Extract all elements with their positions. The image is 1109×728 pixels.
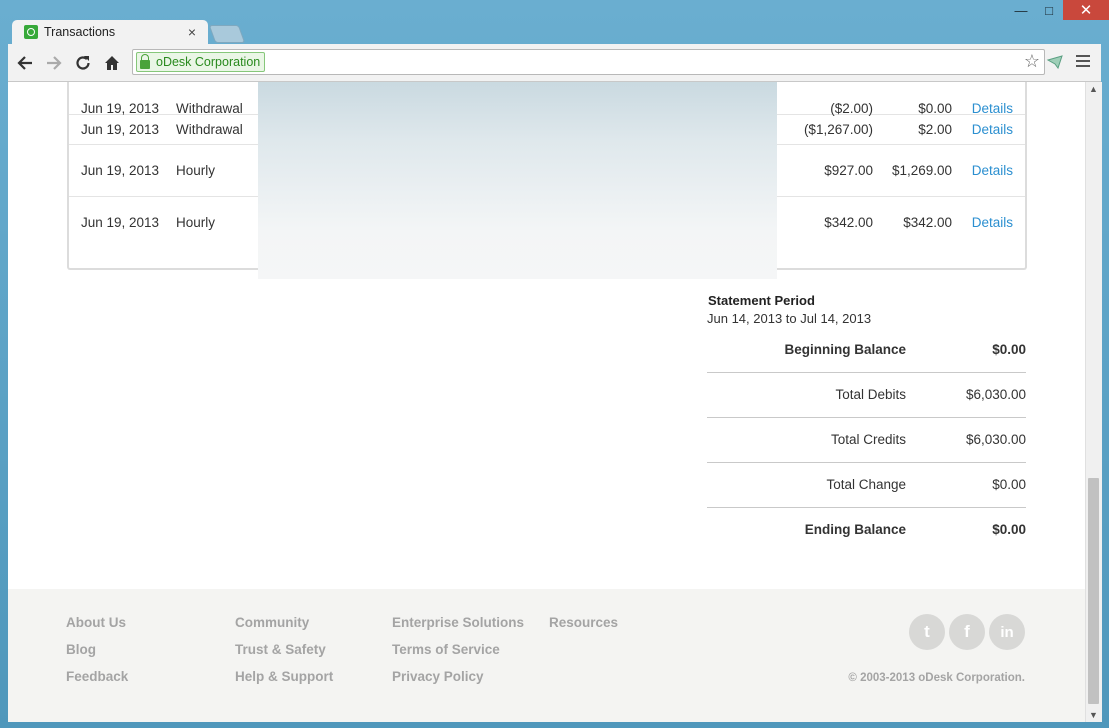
row-balance: $2.00 [918, 121, 952, 137]
total-debits-value: $6,030.00 [965, 387, 1026, 402]
total-debits-label: Total Debits [835, 387, 906, 402]
scrollbar-thumb[interactable] [1088, 478, 1099, 704]
total-change-row: Total Change $0.00 [707, 462, 1026, 508]
row-type: Hourly [176, 163, 216, 178]
back-icon[interactable] [14, 52, 36, 74]
row-amount: ($1,267.00) [803, 121, 873, 137]
details-link[interactable]: Details [972, 197, 1013, 248]
total-credits-row: Total Credits $6,030.00 [707, 417, 1026, 463]
menu-icon[interactable] [1076, 55, 1090, 70]
maximize-button[interactable]: □ [1035, 0, 1063, 20]
row-balance: $1,269.00 [891, 163, 952, 178]
footer-link-about-us[interactable]: About Us [66, 615, 128, 642]
footer-column-community: Community Trust & Safety Help & Support [235, 615, 333, 696]
details-link[interactable]: Details [972, 145, 1013, 196]
statement-period-title: Statement Period [708, 293, 815, 308]
site-footer: About Us Blog Feedback Community Trust &… [8, 589, 1085, 722]
scroll-up-icon[interactable]: ▲ [1089, 84, 1098, 94]
footer-link-community[interactable]: Community [235, 615, 333, 642]
row-date: Jun 19, 2013 [81, 121, 160, 137]
total-credits-label: Total Credits [830, 432, 906, 447]
footer-link-enterprise-solutions[interactable]: Enterprise Solutions [392, 615, 524, 642]
beginning-balance-label: Beginning Balance [784, 342, 906, 357]
footer-link-trust-safety[interactable]: Trust & Safety [235, 642, 333, 669]
forward-icon[interactable] [43, 52, 65, 74]
statement-period-range: Jun 14, 2013 to Jul 14, 2013 [707, 311, 872, 326]
ev-certificate-badge[interactable]: oDesk Corporation [136, 52, 266, 72]
total-change-value: $0.00 [992, 477, 1026, 492]
row-amount: $342.00 [824, 215, 873, 230]
scroll-down-icon[interactable]: ▼ [1089, 710, 1098, 720]
ending-balance-label: Ending Balance [804, 522, 906, 537]
facebook-icon[interactable]: f [949, 614, 985, 650]
redacted-overlay [258, 82, 777, 279]
minimize-button[interactable]: — [1007, 0, 1035, 20]
row-amount: $927.00 [824, 163, 873, 178]
total-debits-row: Total Debits $6,030.00 [707, 372, 1026, 418]
footer-link-blog[interactable]: Blog [66, 642, 128, 669]
beginning-balance-value: $0.00 [992, 342, 1026, 357]
ending-balance-row: Ending Balance $0.00 [707, 507, 1026, 552]
tab-close-icon[interactable]: × [184, 24, 200, 40]
page-viewport: Jun 19, 2013 Withdrawal ($2.00) $0.00 De… [8, 82, 1085, 722]
browser-tab[interactable]: Transactions × [12, 20, 208, 44]
address-bar[interactable]: oDesk Corporation ☆ [132, 49, 1045, 75]
ev-organization-name: oDesk Corporation [156, 55, 261, 69]
row-type: Withdrawal [176, 121, 243, 137]
row-balance: $342.00 [903, 215, 952, 230]
browser-window: — □ ✕ Transactions × oDesk Corporation ☆ [0, 0, 1109, 728]
footer-column-enterprise: Enterprise Solutions Terms of Service Pr… [392, 615, 524, 696]
footer-column-company: About Us Blog Feedback [66, 615, 128, 696]
star-icon[interactable]: ☆ [1024, 51, 1040, 72]
lock-icon [140, 53, 150, 69]
odesk-favicon-icon [24, 25, 38, 39]
twitter-icon[interactable]: t [909, 614, 945, 650]
row-date: Jun 19, 2013 [81, 215, 160, 230]
extension-icon[interactable] [1046, 53, 1064, 71]
details-link[interactable]: Details [972, 114, 1013, 144]
tab-title: Transactions [44, 25, 116, 39]
copyright-text: © 2003-2013 oDesk Corporation. [848, 672, 1025, 684]
home-icon[interactable] [101, 52, 123, 74]
window-controls: — □ ✕ [1007, 0, 1109, 22]
footer-link-terms-of-service[interactable]: Terms of Service [392, 642, 524, 669]
beginning-balance-row: Beginning Balance $0.00 [707, 327, 1026, 373]
reload-icon[interactable] [72, 52, 94, 74]
footer-link-privacy-policy[interactable]: Privacy Policy [392, 669, 524, 696]
linkedin-icon[interactable]: in [989, 614, 1025, 650]
total-change-label: Total Change [826, 477, 906, 492]
vertical-scrollbar[interactable]: ▲ ▼ [1085, 82, 1102, 722]
footer-column-resources: Resources [549, 615, 618, 642]
row-date: Jun 19, 2013 [81, 163, 160, 178]
footer-link-feedback[interactable]: Feedback [66, 669, 128, 696]
footer-link-resources[interactable]: Resources [549, 615, 618, 642]
ending-balance-value: $0.00 [992, 522, 1026, 537]
footer-link-help-support[interactable]: Help & Support [235, 669, 333, 696]
total-credits-value: $6,030.00 [965, 432, 1026, 447]
row-type: Hourly [176, 215, 216, 230]
browser-toolbar: oDesk Corporation ☆ [8, 44, 1101, 82]
new-tab-button[interactable] [208, 25, 246, 43]
close-window-button[interactable]: ✕ [1063, 0, 1109, 20]
